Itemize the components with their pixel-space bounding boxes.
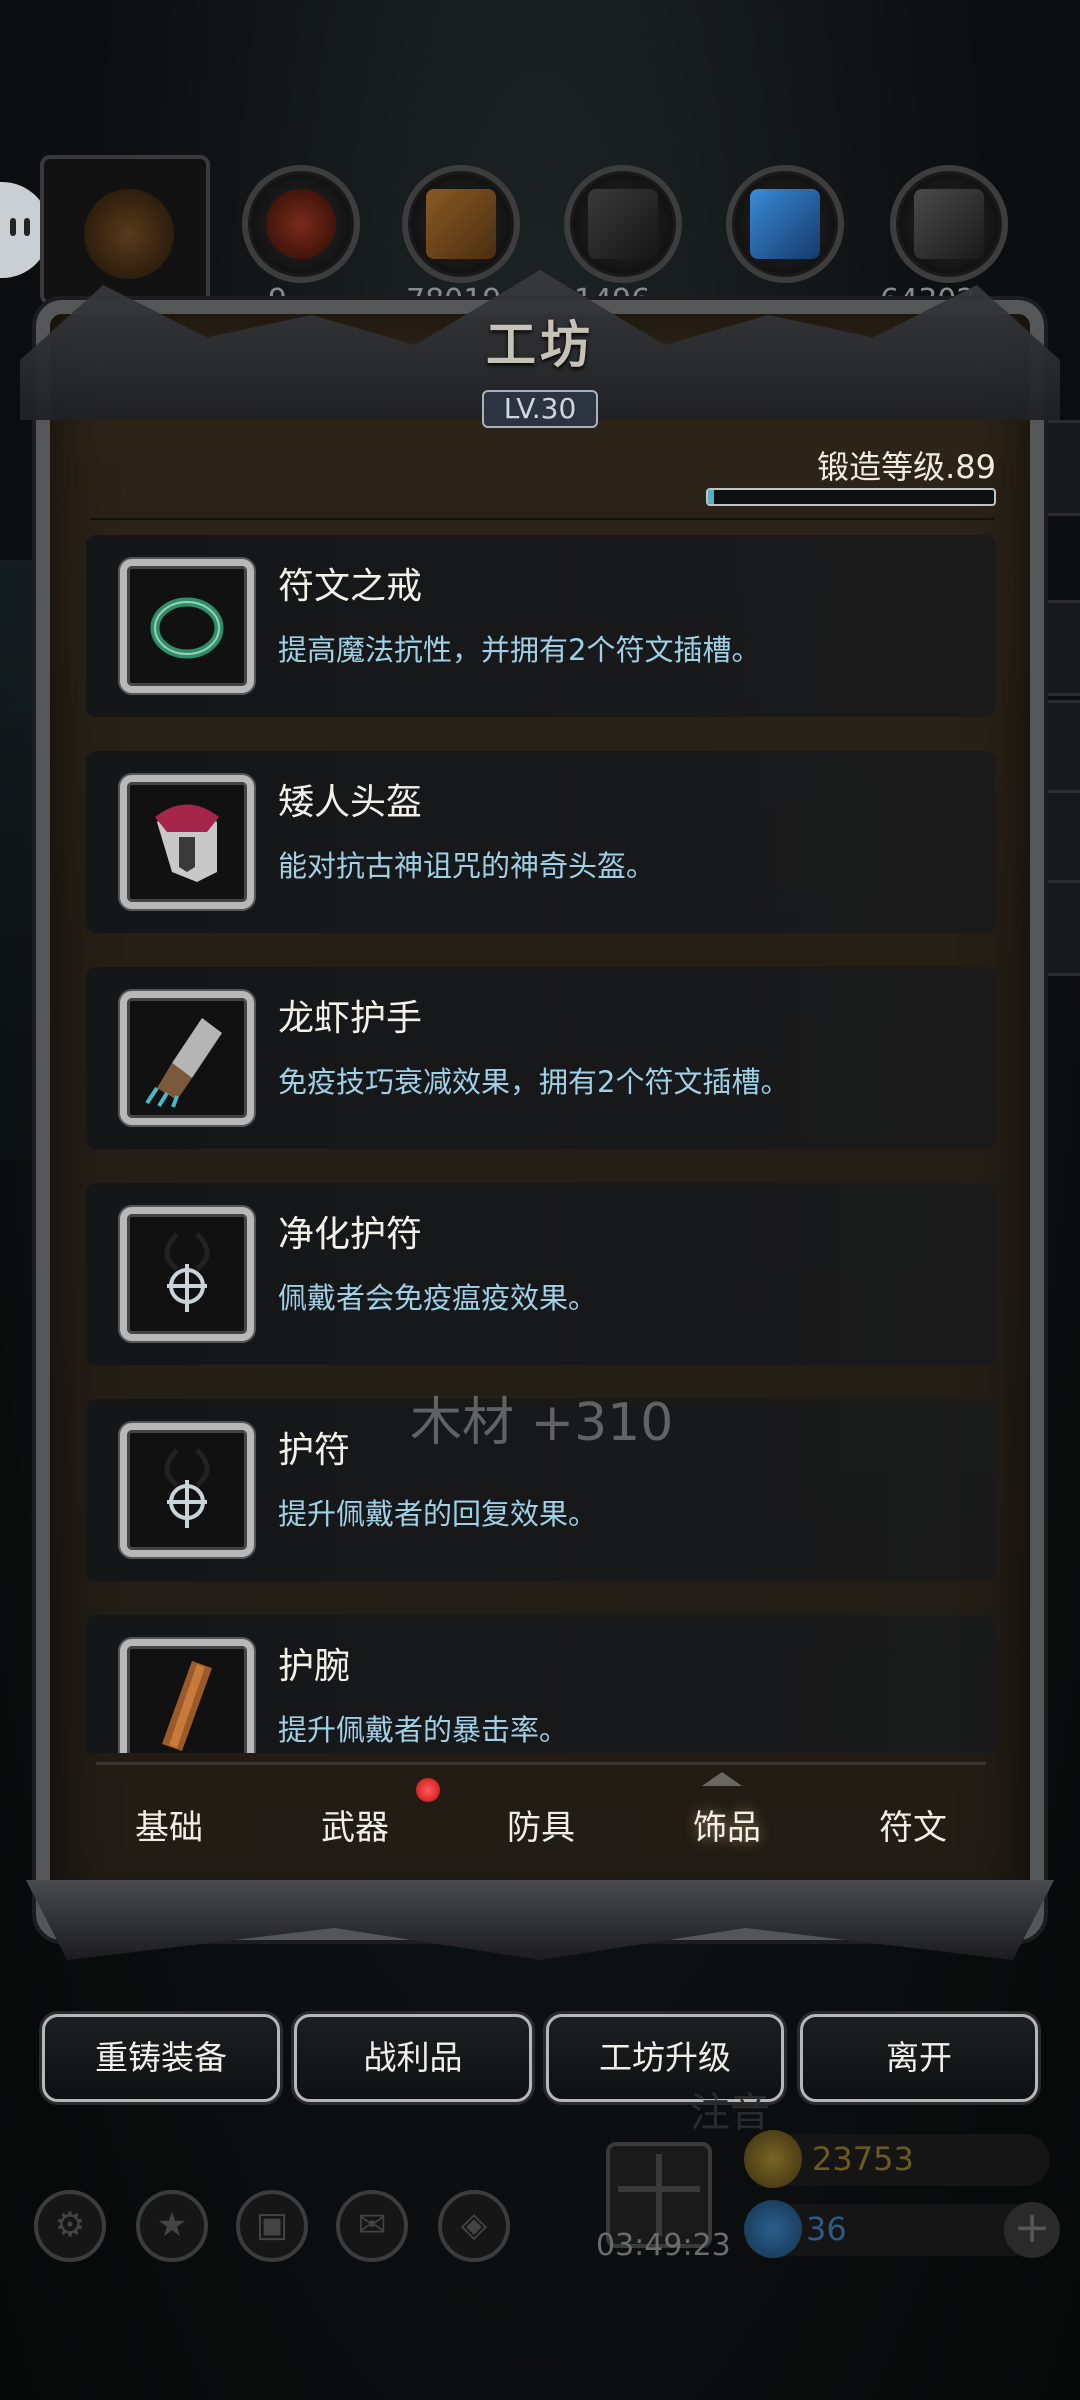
gem-value: 36 bbox=[806, 2210, 847, 2248]
tabs-divider bbox=[96, 1762, 986, 1765]
item-name: 护腕 bbox=[278, 1646, 351, 1687]
gold-value: 23753 bbox=[812, 2140, 914, 2178]
item-icon-frame bbox=[120, 1423, 254, 1557]
resource-slot-selected[interactable] bbox=[40, 155, 210, 305]
list-item[interactable]: 矮人头盔 能对抗古神诅咒的神奇头盔。 bbox=[86, 751, 996, 933]
item-description: 佩戴者会免疫瘟疫效果。 bbox=[278, 1281, 598, 1315]
side-tab[interactable] bbox=[1042, 420, 1080, 516]
forge-level-label: 锻造等级.89 bbox=[817, 448, 996, 486]
forge-progress-fill bbox=[708, 490, 714, 504]
item-description: 免疫技巧衰减效果，拥有2个符文插槽。 bbox=[278, 1065, 790, 1099]
item-name: 龙虾护手 bbox=[278, 998, 423, 1039]
resource-slot-crystal[interactable] bbox=[726, 165, 844, 283]
item-icon-frame bbox=[120, 775, 254, 909]
gauntlet-icon bbox=[145, 1018, 222, 1108]
mail-icon[interactable]: ✉ bbox=[336, 2190, 408, 2262]
gift-timer: 03:49:23 bbox=[596, 2228, 731, 2263]
recast-equipment-button[interactable]: 重铸装备 bbox=[42, 2014, 280, 2102]
item-name: 矮人头盔 bbox=[278, 782, 423, 823]
item-description: 能对抗古神诅咒的神奇头盔。 bbox=[278, 849, 656, 883]
steel-icon bbox=[914, 189, 984, 259]
settings-icon[interactable]: ⚙ bbox=[34, 2190, 106, 2262]
list-item[interactable]: 符文之戒 提高魔法抗性，并拥有2个符文插槽。 bbox=[86, 535, 996, 717]
hud-faded-label: 注音 bbox=[690, 2090, 770, 2136]
resource-slot-steel[interactable] bbox=[890, 165, 1008, 283]
level-badge: LV.30 bbox=[482, 390, 598, 428]
wood-icon bbox=[426, 189, 496, 259]
notification-dot bbox=[416, 1778, 440, 1802]
forge-progress-bar bbox=[706, 488, 996, 506]
item-description: 提高魔法抗性，并拥有2个符文插槽。 bbox=[278, 633, 761, 667]
item-name: 护符 bbox=[278, 1430, 351, 1471]
achievement-icon[interactable]: ★ bbox=[136, 2190, 208, 2262]
tab-runes[interactable]: 符文 bbox=[820, 1800, 1006, 1849]
active-tab-marker bbox=[702, 1768, 742, 1786]
resource-slot-wood[interactable] bbox=[402, 165, 520, 283]
side-tab[interactable] bbox=[1042, 790, 1080, 886]
item-icon-frame bbox=[120, 559, 254, 693]
tab-basic[interactable]: 基础 bbox=[76, 1800, 262, 1849]
item-icon-frame bbox=[120, 1207, 254, 1341]
map-icon[interactable]: ◈ bbox=[438, 2190, 510, 2262]
category-tabs: 基础 武器 防具 饰品 符文 bbox=[76, 1800, 1006, 1880]
gem-icon bbox=[744, 2200, 802, 2258]
list-item[interactable]: 净化护符 佩戴者会免疫瘟疫效果。 bbox=[86, 1183, 996, 1365]
side-tab[interactable] bbox=[1042, 880, 1080, 976]
tab-weapons[interactable]: 武器 bbox=[262, 1800, 448, 1849]
list-item[interactable]: 龙虾护手 免疫技巧衰减效果，拥有2个符文插槽。 bbox=[86, 967, 996, 1149]
list-item[interactable]: 护腕 提升佩戴者的暴击率。 bbox=[86, 1615, 996, 1753]
loot-button[interactable]: 战利品 bbox=[294, 2014, 532, 2102]
pickaxe-icon bbox=[84, 189, 174, 279]
item-description: 提升佩戴者的暴击率。 bbox=[278, 1713, 569, 1747]
item-description: 提升佩戴者的回复效果。 bbox=[278, 1497, 598, 1531]
amulet-icon bbox=[164, 1232, 210, 1312]
tab-armor[interactable]: 防具 bbox=[448, 1800, 634, 1849]
bracer-icon bbox=[162, 1661, 212, 1751]
item-list[interactable]: 符文之戒 提高魔法抗性，并拥有2个符文插槽。 矮人头盔 能对抗古神诅咒的神奇头盔… bbox=[86, 535, 996, 1753]
item-name: 净化护符 bbox=[278, 1214, 423, 1255]
leave-button[interactable]: 离开 bbox=[800, 2014, 1038, 2102]
crystal-icon bbox=[750, 189, 820, 259]
resource-slot-meat[interactable] bbox=[242, 165, 360, 283]
iron-icon bbox=[588, 189, 658, 259]
item-icon-frame bbox=[120, 1639, 254, 1753]
page-title: 工坊 bbox=[486, 315, 594, 374]
item-name: 符文之戒 bbox=[278, 566, 423, 607]
resource-slot-iron[interactable] bbox=[564, 165, 682, 283]
item-icon-frame bbox=[120, 991, 254, 1125]
meat-icon bbox=[266, 189, 336, 259]
helmet-icon bbox=[155, 804, 219, 882]
tab-accessories[interactable]: 饰品 bbox=[634, 1800, 820, 1849]
amulet-icon bbox=[164, 1448, 210, 1528]
side-tab[interactable] bbox=[1042, 700, 1080, 796]
gold-coin-icon bbox=[744, 2130, 802, 2188]
divider bbox=[90, 518, 994, 520]
resource-gain-popup: 木材 +310 bbox=[410, 1393, 674, 1453]
add-gems-button[interactable]: + bbox=[1004, 2202, 1060, 2258]
ring-icon bbox=[150, 597, 224, 659]
character-icon[interactable]: ▣ bbox=[236, 2190, 308, 2262]
side-tab[interactable] bbox=[1042, 600, 1080, 696]
